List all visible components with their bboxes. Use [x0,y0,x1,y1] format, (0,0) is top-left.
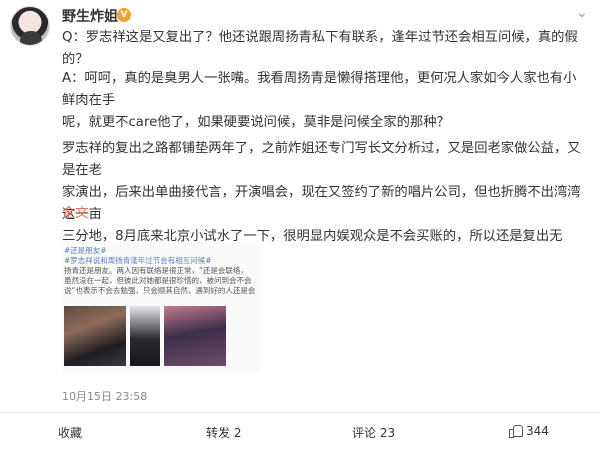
answer-text: A：呵呵，真的是臭男人一张嘴。我看周扬青是懒得搭理他，更何况人家如今人家也有小鲜… [62,68,582,134]
thumbs-up-icon [509,424,523,438]
question-text: Q：罗志祥这是又复出了？他还说跟周扬青私下有联系，逢年过节还会相互问候，真的假的… [62,27,582,71]
collect-button[interactable]: 收藏 [58,424,82,441]
embed-text-line: 虽然没在一起，但彼此对她都是很珍惜的，被问到会不会 [64,276,252,285]
username[interactable]: 野生炸姐 [62,6,118,26]
embed-photo [130,306,160,366]
embedded-image[interactable]: #还是朋友# #罗志祥说和周扬青逢年过节会有相互问候# 扬青还是朋友。两人因有联… [62,242,260,372]
comment-button[interactable]: 评论 23 [352,424,395,441]
embed-hashtag: #还是朋友# [64,246,107,255]
question-line: Q：罗志祥这是又复出了？他还说跟周扬青私下有联系，逢年过节还会相互问候，真的假的… [62,30,578,67]
like-button[interactable]: 344 [509,424,549,438]
repost-button[interactable]: 转发 2 [206,424,241,441]
post-timestamp[interactable]: 10月15日 23:58 [62,388,147,404]
embed-text-line: 说“也表示不会去勉强，只会顺其自然，遇到好的人还是会 [64,286,256,295]
embed-hashtag: #罗志祥说和周扬青逢年过节会有相互问候# [64,256,212,265]
divider [0,412,600,413]
embed-text-line: 扬青还是朋友。两人因有联络是很正常，“还是会联络， [64,266,248,275]
full-text-link[interactable]: 全文 [62,203,89,225]
answer-line: A：呵呵，真的是臭男人一张嘴。我看周扬青是懒得搭理他，更何况人家如今人家也有小鲜… [62,71,577,108]
answer-line: 呢，就更不care他了，如果硬要说问候，莫非是问候全家的那种？ [62,115,450,130]
body-line: 罗志祥的复出之路都铺垫两年了，之前炸姐还专门写长文分析过，又是回老家做公益，又是… [62,141,581,178]
verified-badge-icon: V [117,8,131,22]
embed-photo [164,306,226,366]
embed-photo [64,306,126,366]
body-line: 家演出，后来出单曲接代言，开演唱会，现在又签约了新的唱片公司，但也折腾不出湾湾这… [62,185,581,222]
chevron-down-icon[interactable]: ⌄ [573,6,591,20]
action-bar: 收藏 转发 2 评论 23 344 [0,424,600,444]
avatar[interactable] [10,6,50,46]
like-count: 344 [526,424,549,438]
